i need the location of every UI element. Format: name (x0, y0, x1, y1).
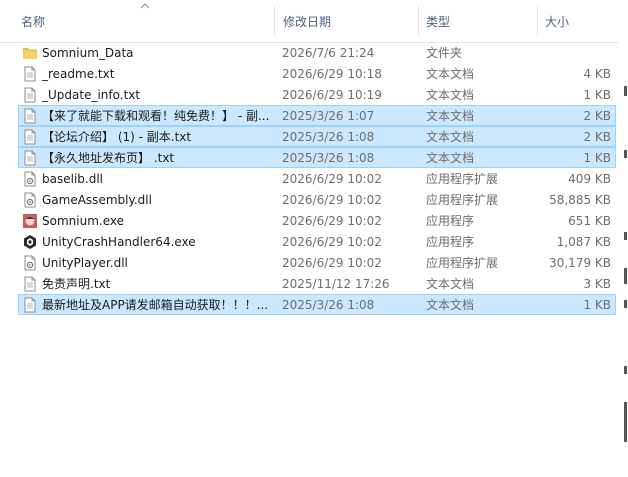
edge-artifact (624, 402, 627, 442)
file-name: Somnium_Data (42, 46, 134, 60)
file-type: 文本文档 (426, 298, 475, 312)
file-date: 2026/6/29 10:02 (282, 193, 382, 207)
file-name: UnityCrashHandler64.exe (42, 235, 196, 249)
file-type: 应用程序 (426, 214, 475, 228)
file-type: 文本文档 (426, 109, 475, 123)
edge-artifact (624, 232, 627, 240)
edge-artifact (624, 268, 627, 284)
file-date: 2026/6/29 10:19 (282, 88, 382, 102)
file-size: 1,087 KB (556, 235, 611, 249)
column-header-name[interactable]: 名称 (21, 13, 45, 30)
file-size: 2 KB (583, 130, 611, 144)
file-type: 应用程序扩展 (426, 172, 499, 186)
text-file-icon (22, 150, 38, 166)
file-type: 文本文档 (426, 277, 475, 291)
unity-app-icon (22, 234, 38, 250)
file-size: 3 KB (583, 277, 611, 291)
file-row[interactable]: Somnium.exe 2026/6/29 10:02 应用程序 651 KB (18, 210, 616, 231)
file-row[interactable]: GameAssembly.dll 2026/6/29 10:02 应用程序扩展 58,… (18, 189, 616, 210)
column-header-size[interactable]: 大小 (545, 13, 569, 30)
file-name: _Update_info.txt (42, 88, 141, 102)
file-name: 【论坛介绍】 (1) - 副本.txt (42, 130, 192, 144)
file-type: 文本文档 (426, 151, 475, 165)
file-date: 2026/6/29 10:02 (282, 214, 382, 228)
file-row[interactable]: 【来了就能下载和观看！纯免费！】 - 副... 2025/3/26 1:07 文本文… (18, 105, 616, 126)
window-edge (618, 0, 628, 477)
column-divider[interactable] (418, 6, 419, 36)
file-name: 【永久地址发布页】 .txt (42, 151, 175, 165)
text-file-icon (22, 276, 38, 292)
file-date: 2026/6/29 10:18 (282, 67, 382, 81)
sort-ascending-icon (140, 3, 150, 9)
file-type: 文本文档 (426, 88, 475, 102)
file-type: 文件夹 (426, 46, 463, 60)
file-name: baselib.dll (42, 172, 103, 186)
file-row[interactable]: baselib.dll 2026/6/29 10:02 应用程序扩展 409 KB (18, 168, 616, 189)
file-name: GameAssembly.dll (42, 193, 152, 207)
file-date: 2025/3/26 1:08 (282, 151, 375, 165)
file-row[interactable]: Somnium_Data 2026/7/6 21:24 文件夹 (18, 42, 616, 63)
file-date: 2026/6/29 10:02 (282, 256, 382, 270)
file-type: 应用程序扩展 (426, 256, 499, 270)
text-file-icon (22, 87, 38, 103)
edge-artifact (624, 86, 627, 96)
file-type: 应用程序扩展 (426, 193, 499, 207)
file-row[interactable]: UnityPlayer.dll 2026/6/29 10:02 应用程序扩展 30,1… (18, 252, 616, 273)
file-size: 651 KB (568, 214, 611, 228)
file-name: 最新地址及APP请发邮箱自动获取！！！... (42, 298, 269, 312)
file-row[interactable]: 免责声明.txt 2025/11/12 17:26 文本文档 3 KB (18, 273, 616, 294)
file-row[interactable]: _readme.txt 2026/6/29 10:18 文本文档 4 KB (18, 63, 616, 84)
file-name: 【来了就能下载和观看！纯免费！】 - 副... (42, 109, 270, 123)
file-type: 文本文档 (426, 130, 475, 144)
file-date: 2026/6/29 10:02 (282, 235, 382, 249)
column-header-date[interactable]: 修改日期 (283, 13, 331, 30)
file-name: UnityPlayer.dll (42, 256, 128, 270)
file-size: 409 KB (568, 172, 611, 186)
file-row[interactable]: 【永久地址发布页】 .txt 2025/3/26 1:08 文本文档 1 KB (18, 147, 616, 168)
file-date: 2025/3/26 1:08 (282, 298, 375, 312)
edge-artifact (624, 150, 627, 158)
text-file-icon (22, 108, 38, 124)
column-divider[interactable] (274, 6, 275, 36)
file-date: 2026/6/29 10:02 (282, 172, 382, 186)
file-row[interactable]: UnityCrashHandler64.exe 2026/6/29 10:02 应用… (18, 231, 616, 252)
file-row[interactable]: 最新地址及APP请发邮箱自动获取！！！... 2025/3/26 1:08 文本文档… (18, 294, 616, 315)
somnium-app-icon (22, 213, 38, 229)
file-name: _readme.txt (42, 67, 115, 81)
text-file-icon (22, 297, 38, 313)
folder-icon (22, 45, 38, 61)
file-size: 4 KB (583, 67, 611, 81)
file-date: 2026/7/6 21:24 (282, 46, 375, 60)
file-type: 文本文档 (426, 67, 475, 81)
file-row[interactable]: _Update_info.txt 2026/6/29 10:19 文本文档 1 KB (18, 84, 616, 105)
column-header-type[interactable]: 类型 (426, 13, 450, 30)
text-file-icon (22, 129, 38, 145)
file-name: 免责声明.txt (42, 277, 111, 291)
file-size: 1 KB (583, 298, 611, 312)
dll-file-icon (22, 171, 38, 187)
file-date: 2025/11/12 17:26 (282, 277, 390, 291)
file-size: 30,179 KB (549, 256, 611, 270)
file-date: 2025/3/26 1:07 (282, 109, 375, 123)
dll-file-icon (22, 192, 38, 208)
edge-artifact (624, 300, 627, 308)
file-size: 58,885 KB (549, 193, 611, 207)
edge-artifact (624, 366, 627, 374)
file-size: 1 KB (583, 151, 611, 165)
dll-file-icon (22, 255, 38, 271)
file-name: Somnium.exe (42, 214, 124, 228)
file-type: 应用程序 (426, 235, 475, 249)
file-size: 1 KB (583, 88, 611, 102)
text-file-icon (22, 66, 38, 82)
file-row[interactable]: 【论坛介绍】 (1) - 副本.txt 2025/3/26 1:08 文本文档 2 K… (18, 126, 616, 147)
file-date: 2025/3/26 1:08 (282, 130, 375, 144)
column-header-bar: 名称 修改日期 类型 大小 (0, 0, 618, 43)
column-divider[interactable] (537, 6, 538, 36)
file-size: 2 KB (583, 109, 611, 123)
